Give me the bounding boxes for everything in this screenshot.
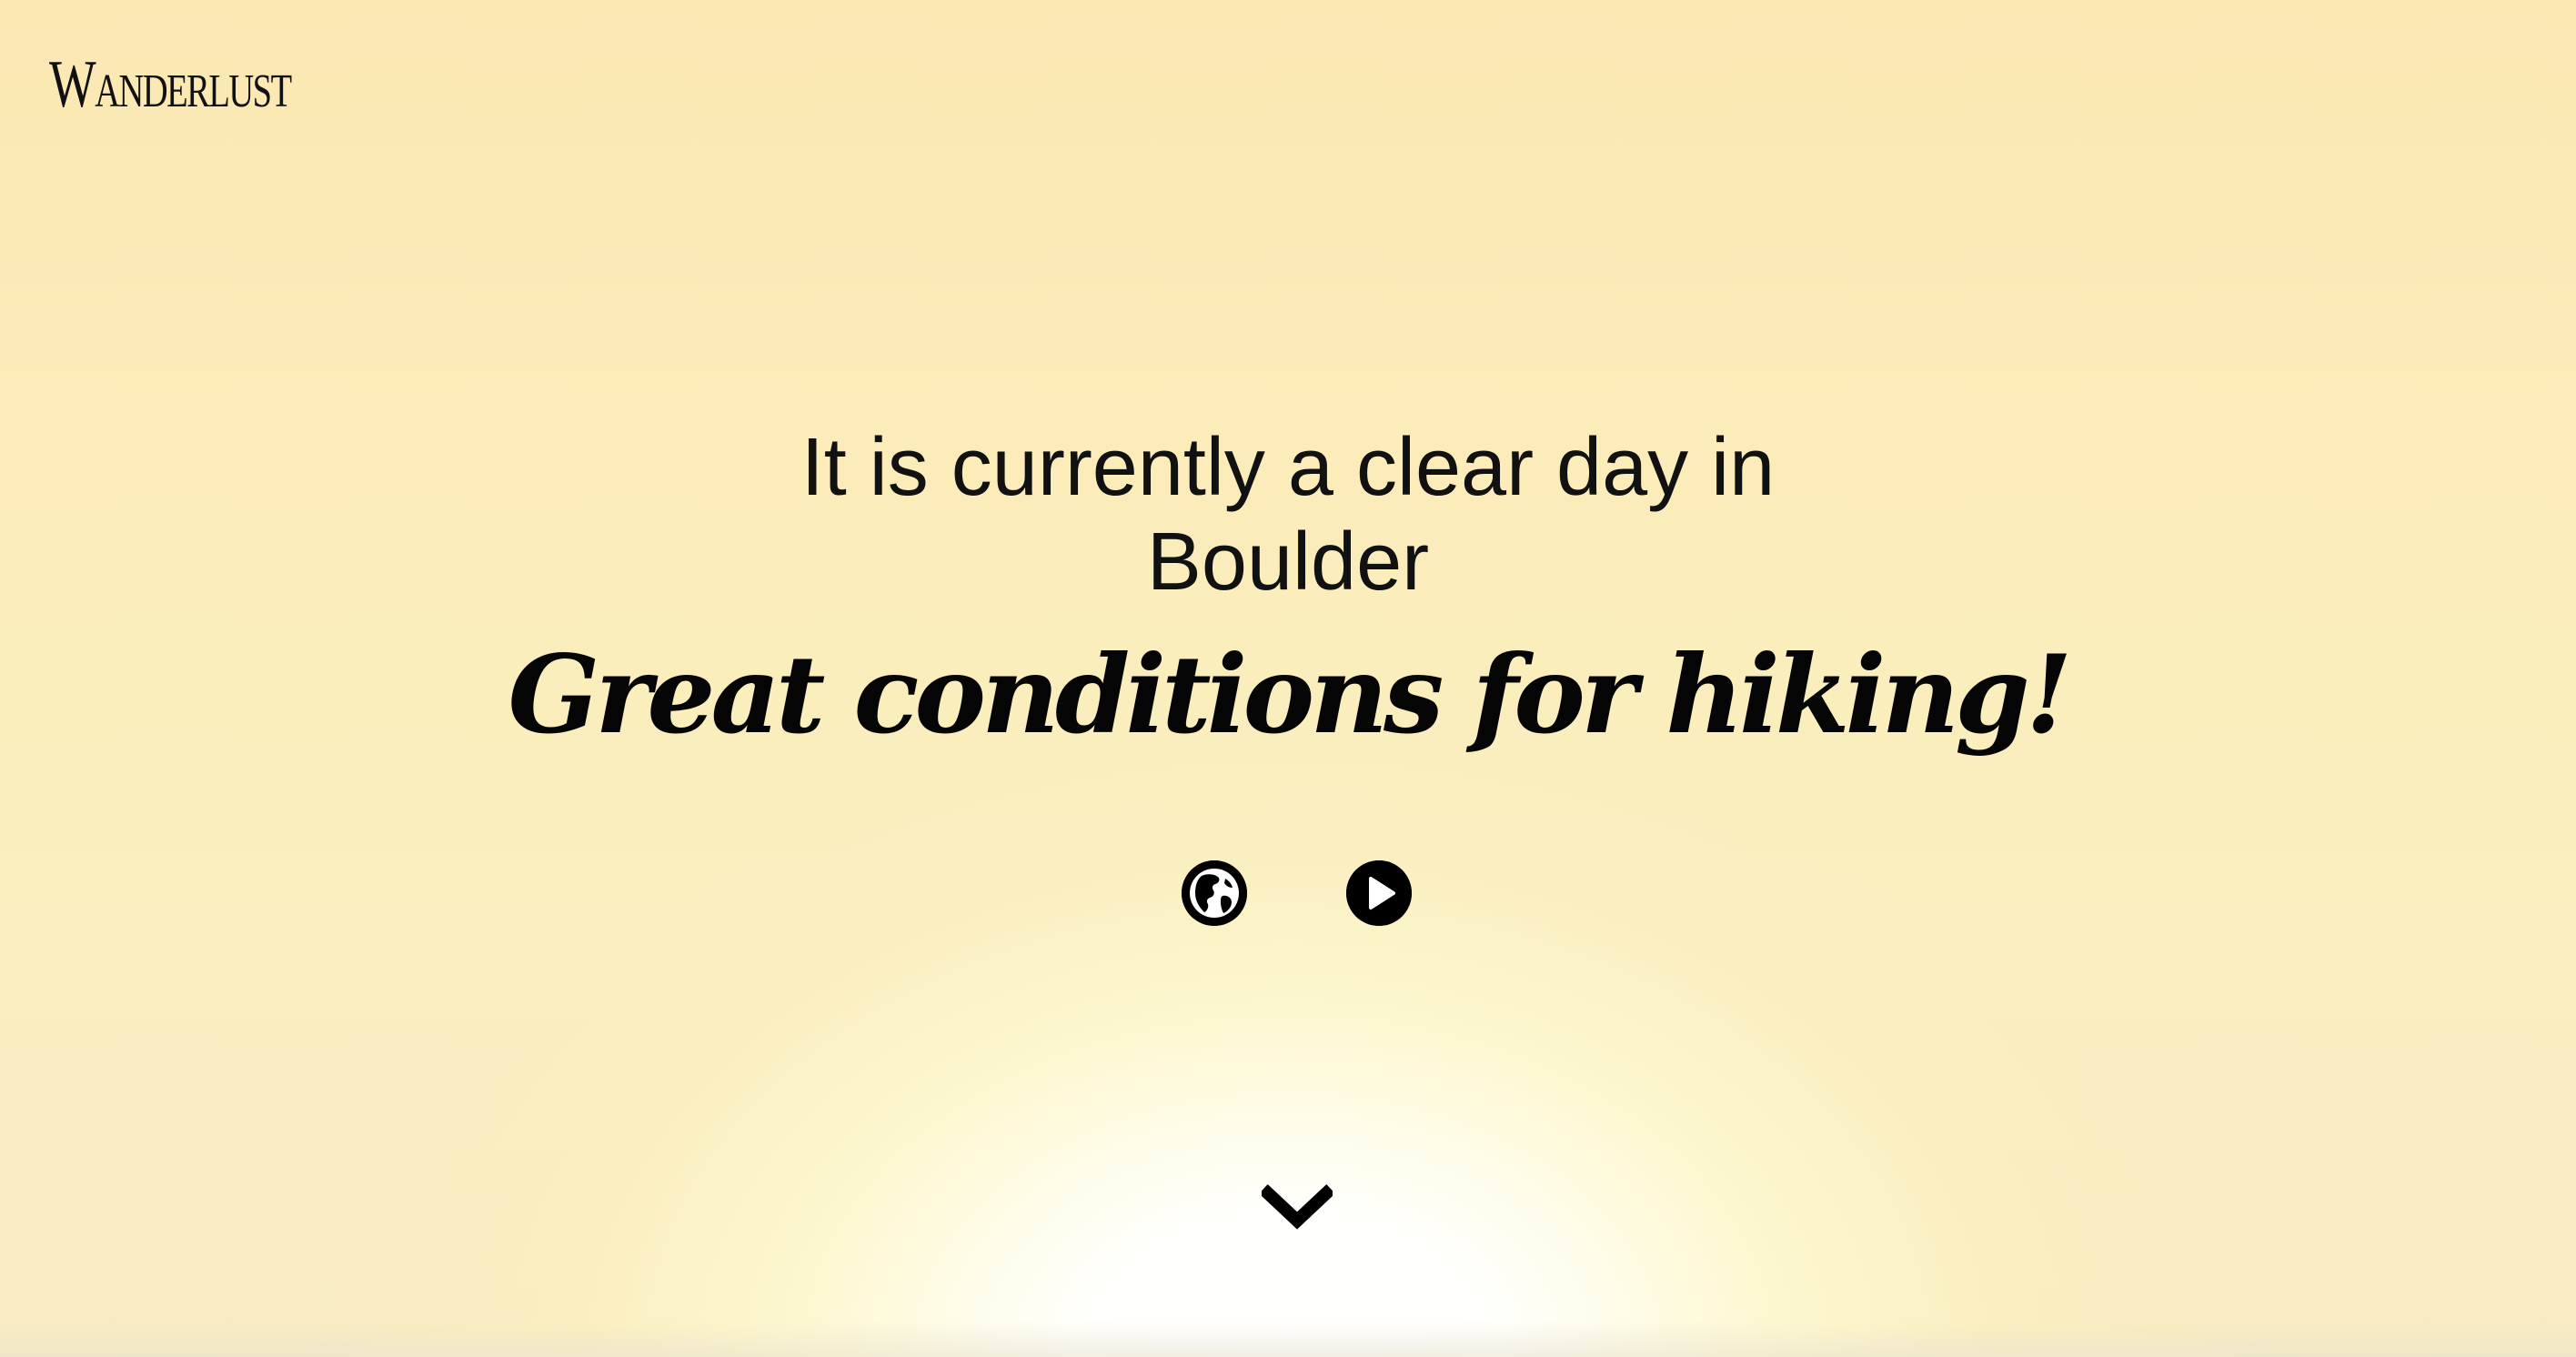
play-button[interactable] [1346,860,1412,926]
weather-headline: It is currently a clear day in Boulder [0,420,2576,609]
headline-line-2: Boulder [1146,517,1430,608]
activity-tagline: Great conditions for hiking! [508,631,2072,758]
play-icon [1346,860,1412,926]
brand-logo[interactable]: Wanderlust [49,51,292,118]
chevron-down-icon [1262,1184,1333,1230]
globe-button[interactable] [1182,860,1247,926]
headline-line-1: It is currently a clear day in [800,422,1776,513]
scroll-down-button[interactable] [1262,1184,1333,1233]
globe-icon [1182,860,1247,926]
